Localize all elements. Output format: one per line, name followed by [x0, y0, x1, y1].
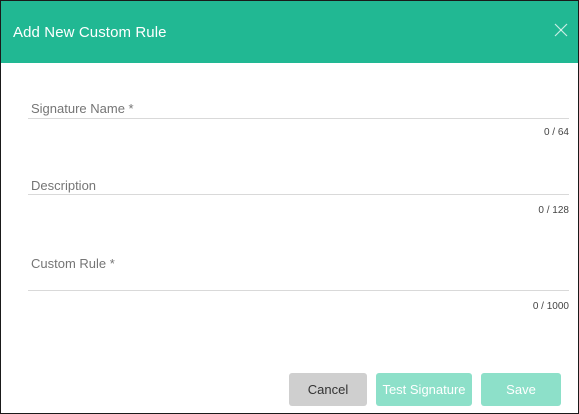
description-input[interactable] — [28, 176, 575, 194]
test-signature-button[interactable]: Test Signature — [376, 373, 472, 406]
save-button[interactable]: Save — [481, 373, 561, 406]
custom-rule-field: Custom Rule * 0 / 1000 — [28, 251, 575, 321]
dialog-title: Add New Custom Rule — [13, 24, 167, 41]
add-custom-rule-dialog: Add New Custom Rule Signature Name * 0 /… — [0, 0, 579, 414]
signature-name-input[interactable] — [28, 99, 575, 117]
signature-name-field: Signature Name * 0 / 64 — [28, 97, 575, 147]
dialog-header: Add New Custom Rule — [1, 1, 578, 63]
close-icon[interactable] — [552, 21, 570, 39]
description-counter: 0 / 128 — [538, 205, 569, 216]
custom-rule-counter: 0 / 1000 — [532, 301, 569, 312]
custom-rule-input[interactable] — [28, 253, 575, 289]
description-field: Description 0 / 128 — [28, 174, 575, 224]
signature-name-underline — [28, 118, 569, 119]
custom-rule-underline — [28, 290, 569, 291]
signature-name-counter: 0 / 64 — [543, 127, 569, 138]
cancel-button[interactable]: Cancel — [289, 373, 367, 406]
description-underline — [28, 194, 569, 195]
